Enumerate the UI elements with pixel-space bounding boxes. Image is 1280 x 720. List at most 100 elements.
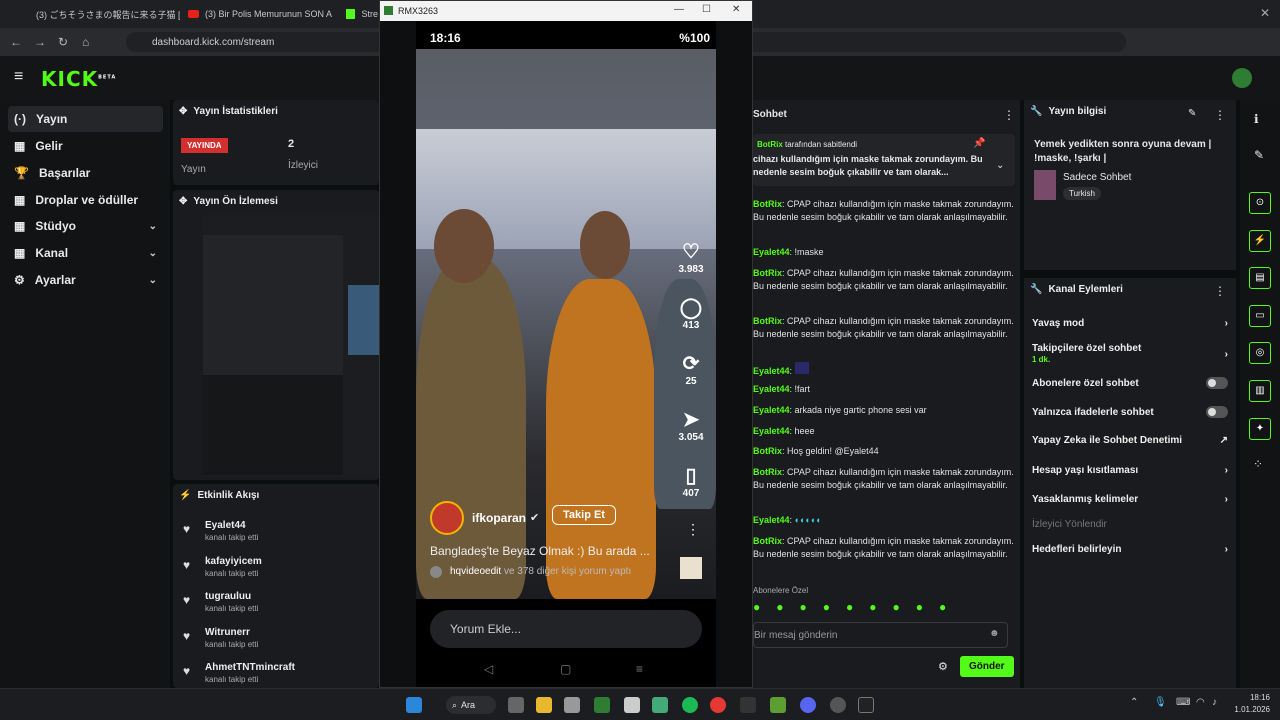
capcut-icon[interactable] — [740, 697, 756, 713]
chat-icon[interactable]: ▭ — [1249, 305, 1271, 327]
clock-time[interactable]: 18:16 — [1234, 693, 1270, 702]
move-icon[interactable]: ✥ — [179, 106, 187, 117]
clock-date[interactable]: 1.01.2026 — [1230, 705, 1270, 714]
back-nav-icon[interactable]: ◁ — [484, 662, 493, 676]
sidebar-item-gelir[interactable]: ▦ Gelir — [8, 133, 163, 159]
forward-icon[interactable]: → — [34, 35, 46, 49]
stream-preview-image[interactable] — [203, 215, 379, 477]
browser-tab[interactable]: (3) Bir Polis Memurunun SON A — [188, 4, 338, 24]
emote[interactable]: ● — [846, 600, 853, 614]
emote[interactable]: ● — [753, 600, 760, 614]
lightning-icon[interactable]: ⚡ — [1249, 230, 1271, 252]
discord-icon[interactable] — [800, 697, 816, 713]
chat-user[interactable]: BotRix — [753, 467, 782, 477]
taskbar-search[interactable]: ⌕ Ara — [446, 696, 496, 714]
chat-user[interactable]: BotRix — [753, 316, 782, 326]
home-icon[interactable]: ⌂ — [82, 35, 89, 49]
layout-icon[interactable]: ▥ — [1249, 380, 1271, 402]
home-nav-icon[interactable]: ▢ — [560, 662, 571, 676]
kick-logo[interactable]: KICKBETA — [41, 67, 116, 91]
chat-user[interactable]: Eyalet44 — [753, 405, 790, 415]
maximize-icon[interactable]: ☐ — [702, 4, 711, 15]
activity-user[interactable]: AhmetTNTmincraft — [183, 662, 373, 673]
browser-tab[interactable]: (3) ごちそうさまの報告に来る子猫 [ — [30, 4, 180, 24]
pencil-icon[interactable]: ✎ — [1254, 148, 1264, 162]
chat-input[interactable]: Bir mesaj gönderin ☻ — [753, 622, 1008, 648]
more-icon[interactable]: ⋮ — [686, 521, 700, 538]
wrench-icon[interactable]: ✦ — [1249, 418, 1271, 440]
action-account-age[interactable]: Hesap yaşı kısıtlaması › — [1032, 465, 1228, 476]
sidebar-item-ayarlar[interactable]: ⚙ Ayarlar ⌄ — [8, 267, 163, 293]
sidebar-item-studyo[interactable]: ▦ Stüdyo ⌄ — [8, 213, 163, 239]
recents-nav-icon[interactable]: ≡ — [636, 662, 643, 676]
task-view-icon[interactable] — [508, 697, 524, 713]
action-followers-only[interactable]: Takipçilere özel sohbet 1 dk. › — [1032, 343, 1228, 365]
volume-icon[interactable]: ♪ — [1212, 697, 1217, 708]
chat-user[interactable]: BotRix — [753, 199, 782, 209]
comment-input[interactable]: Yorum Ekle... — [430, 610, 702, 648]
emote[interactable]: ● — [823, 600, 830, 614]
more-icon[interactable]: ⋮ — [1003, 108, 1015, 122]
avatar[interactable] — [1232, 68, 1252, 88]
repost-button[interactable]: ⟳ 25 — [674, 351, 708, 387]
chat-user[interactable]: Eyalet44 — [753, 426, 790, 436]
action-banned-words[interactable]: Yasaklanmış kelimeler › — [1032, 494, 1228, 505]
start-icon[interactable] — [406, 697, 422, 713]
share-button[interactable]: ➤ 3.054 — [674, 407, 708, 443]
more-icon[interactable]: ⋮ — [1214, 284, 1226, 298]
tray-chevron-icon[interactable]: ⌃ — [1130, 697, 1138, 708]
activity-user[interactable]: kafayiyicem — [183, 556, 373, 567]
sidebar-item-yayin[interactable]: (·) Yayın — [8, 106, 163, 132]
menu-icon[interactable]: ≡ — [14, 68, 23, 86]
reload-icon[interactable]: ↻ — [58, 35, 68, 49]
gear-icon[interactable]: ⚙ — [938, 660, 948, 673]
emoji-icon[interactable]: ☻ — [989, 628, 1000, 639]
spotify-icon[interactable] — [682, 697, 698, 713]
commenters-summary[interactable]: hqvideoedit ve 378 diğer kişi yorum yapt… — [450, 566, 631, 577]
chrome-icon[interactable] — [710, 697, 726, 713]
avatar[interactable] — [430, 501, 464, 535]
action-subs-only[interactable]: Abonelere özel sohbet — [1032, 377, 1228, 389]
like-button[interactable]: ♡ 3.983 — [674, 239, 708, 275]
action-slow-mode[interactable]: Yavaş mod › — [1032, 318, 1228, 329]
video-author[interactable]: ifkoparan — [472, 511, 526, 525]
action-goals[interactable]: Hedefleri belirleyin › — [1032, 544, 1228, 555]
apps-icon[interactable]: ⁘ — [1253, 457, 1263, 471]
emote[interactable]: ● — [869, 600, 876, 614]
close-icon[interactable]: ✕ — [732, 4, 740, 15]
save-button[interactable]: ▯ 407 — [674, 463, 708, 499]
emote[interactable]: ● — [800, 600, 807, 614]
toggle-switch[interactable] — [1206, 377, 1228, 389]
document-icon[interactable]: ▤ — [1249, 267, 1271, 289]
app-icon[interactable] — [652, 697, 668, 713]
info-icon[interactable]: ℹ — [1254, 112, 1259, 126]
emote[interactable]: ● — [916, 600, 923, 614]
back-icon[interactable]: ← — [10, 35, 22, 49]
wifi-icon[interactable]: ◠ — [1196, 697, 1205, 708]
store-icon[interactable] — [564, 697, 580, 713]
video-caption[interactable]: Bangladeş'te Beyaz Olmak :) Bu arada ... — [430, 544, 650, 558]
minecraft-icon[interactable] — [770, 697, 786, 713]
comments-button[interactable]: ◯ 413 — [674, 295, 708, 331]
sidebar-item-droplar[interactable]: ▦ Droplar ve ödüller — [8, 187, 163, 213]
emote[interactable]: ● — [939, 600, 946, 614]
chat-user[interactable]: BotRix — [753, 446, 782, 456]
category-name[interactable]: Sadece Sohbet — [1063, 172, 1131, 183]
pin-icon[interactable]: 📌 — [973, 138, 985, 149]
music-thumbnail[interactable] — [680, 557, 702, 579]
activity-user[interactable]: tugrauluu — [183, 591, 373, 602]
rmx-app-icon[interactable] — [594, 697, 610, 713]
chat-user[interactable]: Eyalet44 — [753, 247, 790, 257]
edit-icon[interactable]: ✎ — [1188, 108, 1196, 119]
chat-user[interactable]: Eyalet44 — [753, 366, 790, 376]
chat-user[interactable]: Eyalet44 — [753, 515, 790, 525]
emote[interactable]: ● — [893, 600, 900, 614]
app-icon[interactable] — [624, 697, 640, 713]
target-icon[interactable]: ⊙ — [1249, 192, 1271, 214]
chat-user[interactable]: BotRix — [753, 536, 782, 546]
toggle-switch[interactable] — [1206, 406, 1228, 418]
file-explorer-icon[interactable] — [536, 697, 552, 713]
obs-icon[interactable] — [830, 697, 846, 713]
activity-user[interactable]: Witrunerr — [183, 627, 373, 638]
action-ai-moderation[interactable]: Yapay Zeka ile Sohbet Denetimi ↗ — [1032, 435, 1228, 446]
